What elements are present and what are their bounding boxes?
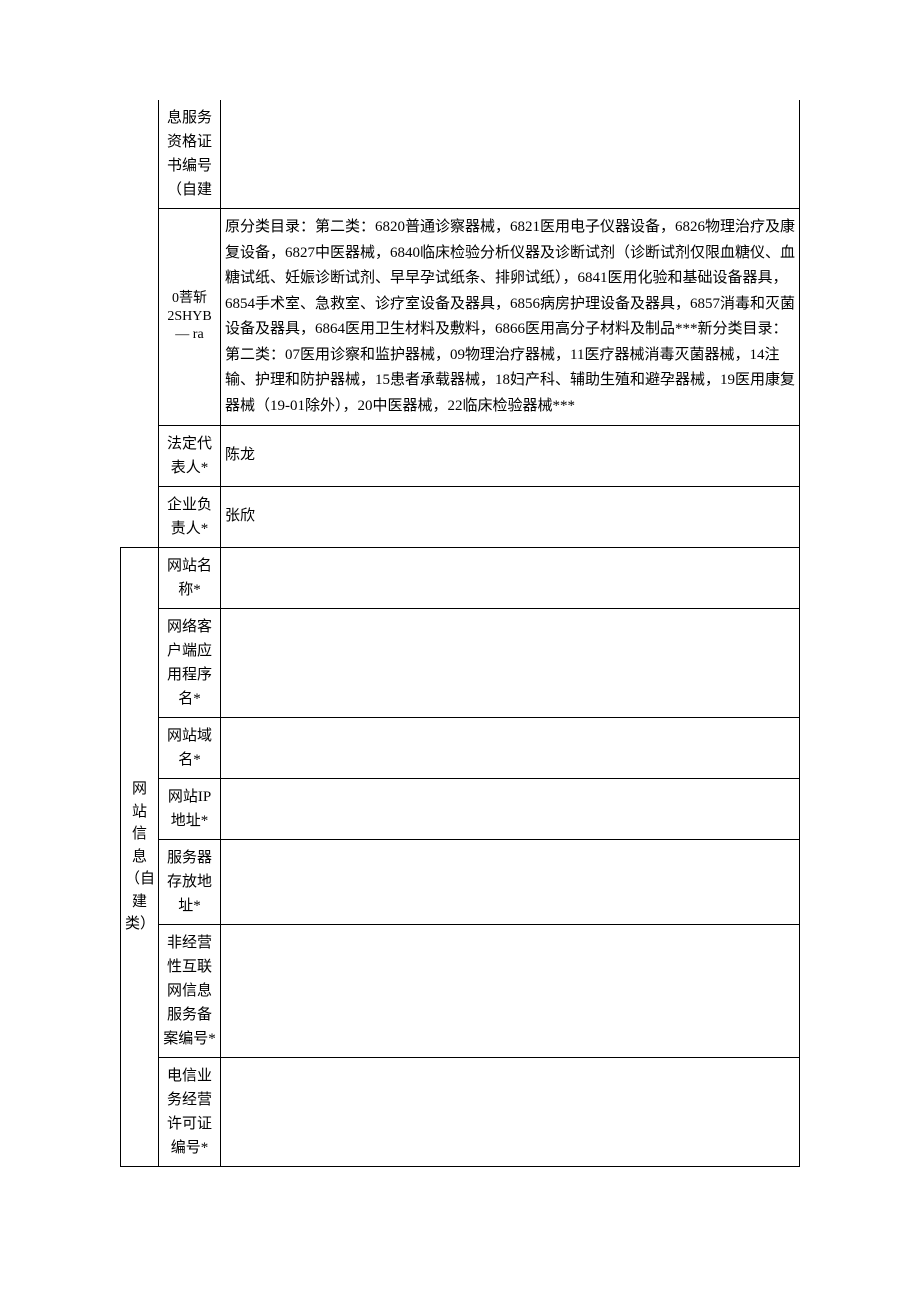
field-label-manager: 企业负责人*: [159, 487, 221, 548]
field-value-manager: 张欣: [221, 487, 800, 548]
field-value-legal-rep: 陈龙: [221, 426, 800, 487]
field-label-server-loc: 服务器存放地址*: [159, 840, 221, 925]
field-value-app-name: [221, 609, 800, 718]
field-label-icp: 非经营性互联网信息服务备案编号*: [159, 925, 221, 1058]
table-row: 法定代表人* 陈龙: [121, 426, 800, 487]
field-value-category: 原分类目录：第二类：6820普通诊察器械，6821医用电子仪器设备，6826物理…: [221, 209, 800, 426]
table-row: 网络客户端应用程序名*: [121, 609, 800, 718]
field-value-site-name: [221, 548, 800, 609]
field-label-telecom: 电信业务经营许可证编号*: [159, 1058, 221, 1167]
table-row: 网站信息（自建类） 网站名称*: [121, 548, 800, 609]
field-value-telecom: [221, 1058, 800, 1167]
field-value-icp: [221, 925, 800, 1058]
table-row: 服务器存放地址*: [121, 840, 800, 925]
table-row: 0菩斩 2SHYB — ra 原分类目录：第二类：6820普通诊察器械，6821…: [121, 209, 800, 426]
field-label-cert-no: 息服务资格证书编号（自建: [159, 100, 221, 209]
table-row: 电信业务经营许可证编号*: [121, 1058, 800, 1167]
table-row: 网站域名*: [121, 718, 800, 779]
field-label-category: 0菩斩 2SHYB — ra: [159, 209, 221, 426]
table-row: 息服务资格证书编号（自建: [121, 100, 800, 209]
field-value-ip: [221, 779, 800, 840]
field-value-server-loc: [221, 840, 800, 925]
field-value-cert-no: [221, 100, 800, 209]
group-label-website: 网站信息（自建类）: [121, 548, 159, 1167]
table-row: 企业负责人* 张欣: [121, 487, 800, 548]
field-label-domain: 网站域名*: [159, 718, 221, 779]
field-label-site-name: 网站名称*: [159, 548, 221, 609]
group-label-prev: [121, 100, 159, 548]
field-value-domain: [221, 718, 800, 779]
field-label-ip: 网站IP地址*: [159, 779, 221, 840]
table-row: 网站IP地址*: [121, 779, 800, 840]
field-label-app-name: 网络客户端应用程序名*: [159, 609, 221, 718]
form-table: 息服务资格证书编号（自建 0菩斩 2SHYB — ra 原分类目录：第二类：68…: [120, 100, 800, 1167]
table-row: 非经营性互联网信息服务备案编号*: [121, 925, 800, 1058]
field-label-legal-rep: 法定代表人*: [159, 426, 221, 487]
